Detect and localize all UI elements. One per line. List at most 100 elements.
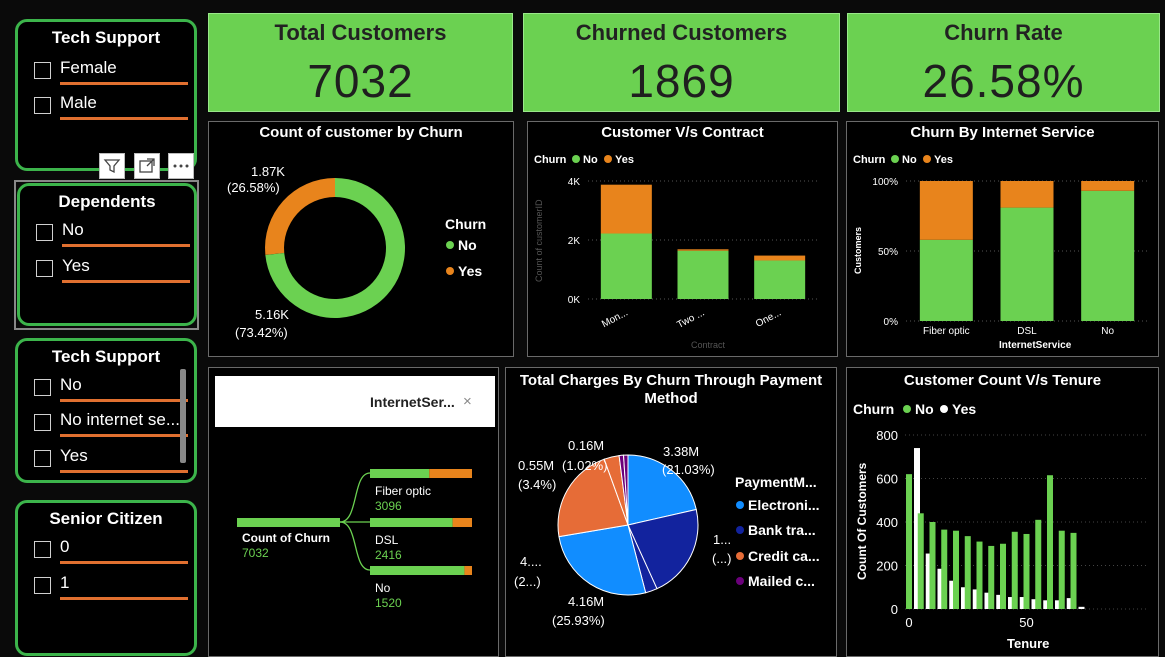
legend-label-no: No bbox=[915, 401, 934, 417]
legend-marker-no bbox=[572, 155, 580, 163]
slicer-item-no[interactable]: No bbox=[34, 375, 190, 402]
x-tick-label: Two ... bbox=[675, 307, 706, 331]
legend-marker-no bbox=[891, 155, 899, 163]
bar-no-3 bbox=[941, 529, 948, 609]
panel-customer-tenure[interactable]: Customer Count V/s Tenure Churn No Yes C… bbox=[846, 367, 1159, 657]
slicer-item-0[interactable]: 0 bbox=[34, 537, 190, 564]
decomp-node-value: 1520 bbox=[375, 596, 402, 610]
slicer-item-label: 1 bbox=[60, 573, 70, 592]
checkbox[interactable] bbox=[34, 450, 51, 467]
legend-label-no: No bbox=[458, 237, 477, 253]
checkbox[interactable] bbox=[34, 97, 51, 114]
bar-no-2 bbox=[929, 522, 936, 609]
slicer-item-1[interactable]: 1 bbox=[34, 573, 190, 600]
decomp-root-label: Count of Churn bbox=[242, 531, 330, 545]
x-tick-label: No bbox=[1101, 326, 1114, 337]
kpi-title: Churned Customers bbox=[575, 20, 788, 45]
slicer-item-male[interactable]: Male bbox=[34, 93, 190, 120]
checkbox[interactable] bbox=[34, 414, 51, 431]
kpi-value: 7032 bbox=[307, 55, 414, 107]
slicer-underline bbox=[60, 597, 188, 600]
filter-icon[interactable] bbox=[99, 153, 125, 179]
decomp-node-label: Fiber optic bbox=[375, 484, 431, 498]
panel-decomposition-tree[interactable]: InternetSer... × Count of Churn 7032 Fib… bbox=[208, 367, 499, 657]
bar-no-10 bbox=[1023, 533, 1030, 609]
checkbox[interactable] bbox=[34, 62, 51, 79]
slicer-underline bbox=[60, 470, 188, 473]
x-tick-label: 0 bbox=[905, 615, 912, 630]
pie-label-navy-value: 4.16M bbox=[568, 594, 604, 609]
focus-mode-icon[interactable] bbox=[134, 153, 160, 179]
pie-label-credit-value: 4.... bbox=[520, 554, 542, 569]
pie-label-electronic-value: 3.38M bbox=[663, 444, 699, 459]
checkbox[interactable] bbox=[34, 379, 51, 396]
slicer-item-yes[interactable]: Yes bbox=[34, 446, 190, 473]
bar-yes-1 bbox=[1000, 181, 1054, 208]
kpi-churn-rate: Churn Rate 26.58% bbox=[847, 13, 1160, 112]
panel-churn-donut[interactable]: Count of customer by Churn 1.87K (26.58%… bbox=[208, 121, 514, 357]
legend-label-credit: Credit ca... bbox=[748, 548, 820, 564]
x-axis-label: Contract bbox=[691, 340, 726, 350]
y-tick-label: 0 bbox=[891, 602, 898, 617]
legend-marker-yes bbox=[923, 155, 931, 163]
legend-marker-yes bbox=[446, 267, 454, 275]
bar-no-4 bbox=[953, 530, 959, 609]
bar-yes-1 bbox=[677, 249, 729, 251]
decomp-root-bar[interactable] bbox=[237, 518, 340, 527]
donut-label-yes-value: 1.87K bbox=[251, 164, 285, 179]
checkbox[interactable] bbox=[36, 260, 53, 277]
decomp-root-value: 7032 bbox=[242, 546, 269, 560]
kpi-churned-customers: Churned Customers 1869 bbox=[523, 13, 840, 112]
bar-no-2 bbox=[754, 260, 806, 299]
y-axis-label: Customers bbox=[853, 227, 863, 274]
bar-yes-0 bbox=[600, 184, 652, 234]
bar-no-6 bbox=[976, 541, 983, 609]
legend-marker-mailed bbox=[736, 577, 744, 585]
bar-no-14 bbox=[1070, 532, 1077, 609]
pie-label-mailed-pct: (1.02%) bbox=[562, 458, 608, 473]
decomp-connector bbox=[339, 521, 371, 571]
legend-marker-no bbox=[446, 241, 454, 249]
bar-no-1 bbox=[1000, 207, 1054, 321]
bar-no-12 bbox=[1047, 475, 1053, 609]
more-options-icon[interactable] bbox=[168, 153, 194, 179]
slicer-item-no[interactable]: No bbox=[36, 220, 192, 247]
legend-title: Churn bbox=[853, 401, 894, 417]
legend-marker-yes bbox=[940, 405, 948, 413]
slicer-item-yes[interactable]: Yes bbox=[36, 256, 192, 283]
x-tick-label: One... bbox=[754, 307, 783, 330]
slicer-title: Tech Support bbox=[51, 28, 161, 47]
bar-no-7 bbox=[988, 545, 995, 609]
slicer-underline bbox=[62, 280, 190, 283]
slicer-title: Dependents bbox=[58, 192, 156, 211]
legend-label-electronic: Electroni... bbox=[748, 497, 820, 513]
legend-marker-no bbox=[903, 405, 911, 413]
panel-internet-service[interactable]: Churn By Internet Service Churn No Yes C… bbox=[846, 121, 1159, 357]
slicer-underline bbox=[62, 244, 190, 247]
pie-label-navy-pct: (25.93%) bbox=[552, 613, 605, 628]
kpi-total-customers: Total Customers 7032 bbox=[208, 13, 513, 112]
x-tick-label: 50 bbox=[1019, 615, 1033, 630]
decomp-connector bbox=[339, 472, 371, 523]
checkbox[interactable] bbox=[34, 541, 51, 558]
panel-payment-pie[interactable]: Total Charges By Churn Through Payment M… bbox=[505, 367, 837, 657]
kpi-value: 1869 bbox=[628, 55, 735, 107]
slicer-item-female[interactable]: Female bbox=[34, 58, 190, 85]
donut-svg: 1.87K (26.58%) 5.16K (73.42%) Churn No Y… bbox=[227, 164, 486, 340]
y-tick-label: 400 bbox=[876, 515, 898, 530]
slicer-underline bbox=[60, 399, 188, 402]
slicer-item-label: Yes bbox=[60, 446, 88, 465]
legend-title: PaymentM... bbox=[735, 474, 817, 490]
slicer-item-no-internet[interactable]: No internet se... bbox=[34, 410, 190, 437]
donut-label-no-pct: (73.42%) bbox=[235, 325, 288, 340]
decomp-bar-no bbox=[370, 518, 453, 527]
pie-label-small-pct: (3.4%) bbox=[518, 477, 556, 492]
checkbox[interactable] bbox=[36, 224, 53, 241]
slicer-scrollbar[interactable] bbox=[180, 369, 186, 463]
checkbox[interactable] bbox=[34, 577, 51, 594]
bar-no-5 bbox=[964, 536, 971, 609]
panel-customer-contract[interactable]: Customer V/s Contract Churn No Yes Count… bbox=[527, 121, 838, 357]
bar-no-2 bbox=[1081, 190, 1135, 321]
y-tick-label: 600 bbox=[876, 472, 898, 487]
y-axis-label: Count of customerID bbox=[534, 199, 544, 282]
